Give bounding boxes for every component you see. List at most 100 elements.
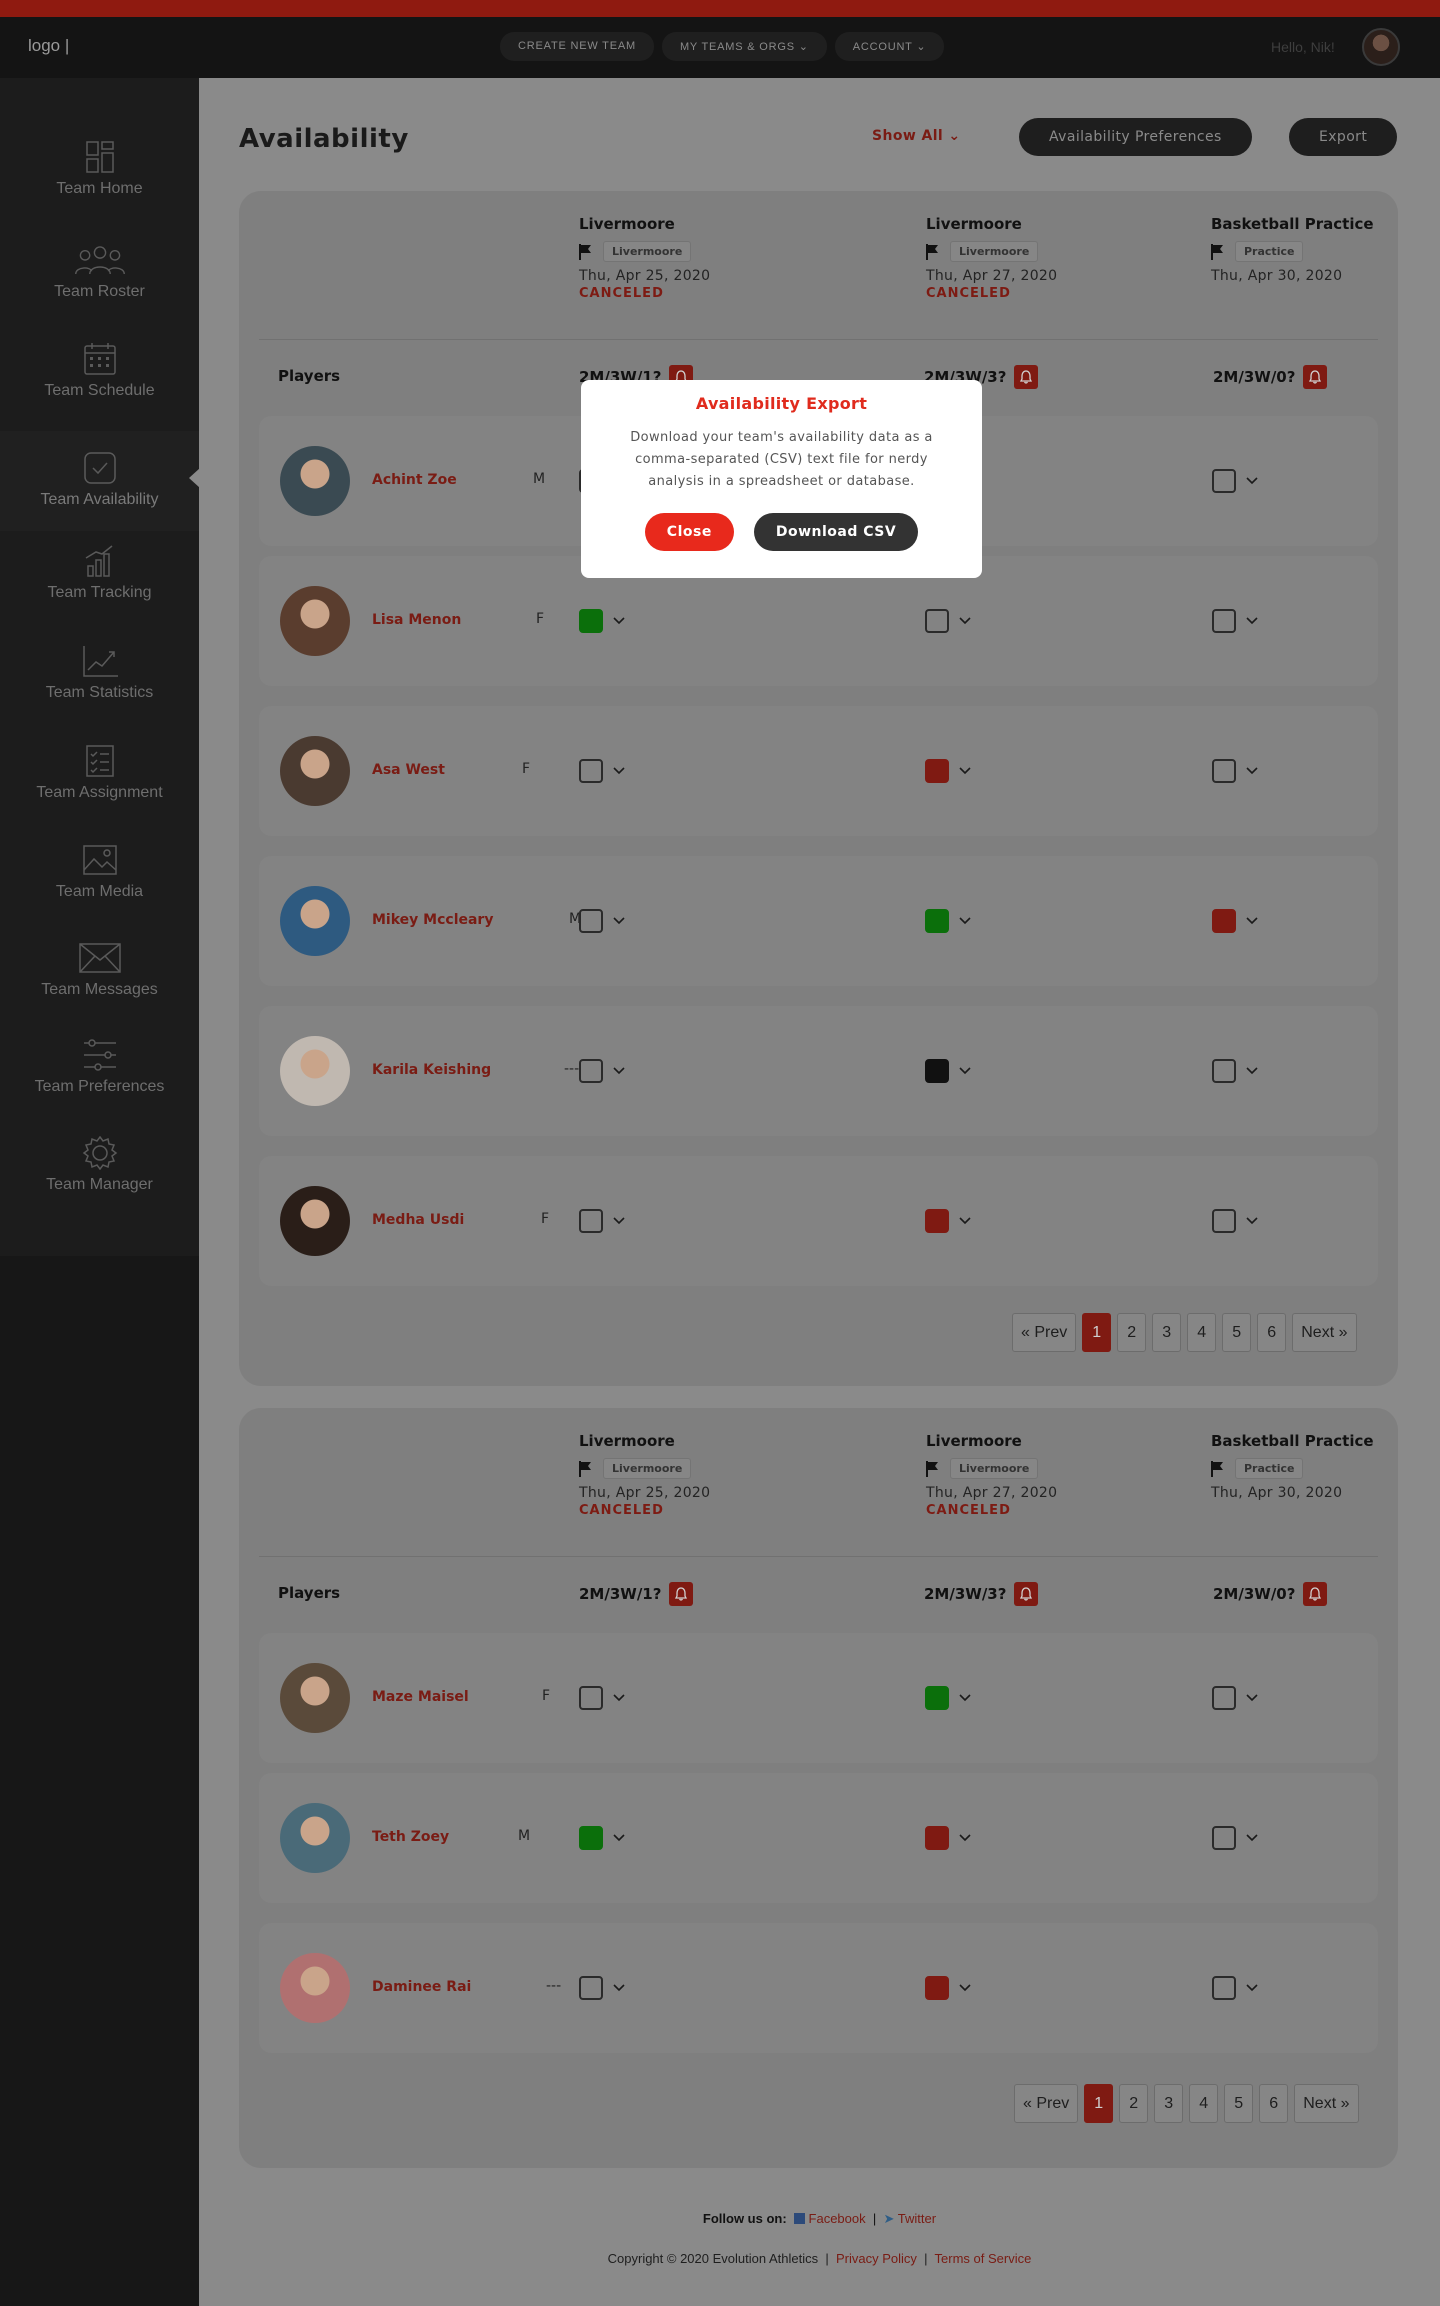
player-avatar[interactable]	[280, 586, 350, 656]
page-button[interactable]: 6	[1259, 2084, 1289, 2123]
chevron-down-icon[interactable]	[613, 1984, 625, 1992]
chevron-down-icon[interactable]	[1246, 617, 1258, 625]
player-avatar[interactable]	[280, 1186, 350, 1256]
logo[interactable]: logo |	[28, 36, 69, 56]
availability-checkbox[interactable]	[579, 1826, 603, 1850]
bell-icon[interactable]	[1014, 365, 1039, 389]
page-button[interactable]: 5	[1224, 2084, 1254, 2123]
page-button[interactable]: 2	[1119, 2084, 1149, 2123]
nav-create-team[interactable]: CREATE NEW TEAM	[500, 32, 654, 61]
player-name[interactable]: Daminee Rai	[372, 1979, 471, 1995]
availability-checkbox[interactable]	[1212, 1209, 1236, 1233]
page-button[interactable]: 4	[1187, 1313, 1217, 1352]
terms-link[interactable]: Terms of Service	[935, 2251, 1032, 2266]
availability-checkbox[interactable]	[925, 909, 949, 933]
sidebar-item-team-preferences[interactable]: Team Preferences	[0, 1038, 199, 1128]
chevron-down-icon[interactable]	[959, 917, 971, 925]
availability-checkbox[interactable]	[1212, 1686, 1236, 1710]
page-button[interactable]: 4	[1189, 2084, 1219, 2123]
sidebar-item-team-tracking[interactable]: Team Tracking	[0, 544, 199, 634]
player-avatar[interactable]	[280, 1803, 350, 1873]
chevron-down-icon[interactable]	[959, 1067, 971, 1075]
availability-checkbox[interactable]	[579, 1686, 603, 1710]
page-button[interactable]: 3	[1152, 1313, 1182, 1352]
chevron-down-icon[interactable]	[613, 617, 625, 625]
player-name[interactable]: Lisa Menon	[372, 612, 461, 628]
player-name[interactable]: Achint Zoe	[372, 472, 457, 488]
sidebar-item-team-availability[interactable]: Team Availability	[0, 431, 199, 531]
next-page-button[interactable]: Next »	[1294, 2084, 1359, 2123]
bell-icon[interactable]	[1303, 1582, 1328, 1606]
bell-icon[interactable]	[669, 1582, 694, 1606]
player-name[interactable]: Medha Usdi	[372, 1212, 464, 1228]
sidebar-item-team-home[interactable]: Team Home	[0, 140, 199, 230]
player-avatar[interactable]	[280, 446, 350, 516]
page-button[interactable]: 6	[1257, 1313, 1287, 1352]
availability-checkbox[interactable]	[579, 1059, 603, 1083]
chevron-down-icon[interactable]	[1246, 477, 1258, 485]
sidebar-item-team-schedule[interactable]: Team Schedule	[0, 342, 199, 432]
player-avatar[interactable]	[280, 736, 350, 806]
availability-checkbox[interactable]	[925, 1209, 949, 1233]
bell-icon[interactable]	[1303, 365, 1328, 389]
player-name[interactable]: Asa West	[372, 762, 445, 778]
availability-checkbox[interactable]	[1212, 909, 1236, 933]
privacy-policy-link[interactable]: Privacy Policy	[836, 2251, 917, 2266]
player-name[interactable]: Mikey Mccleary	[372, 912, 493, 928]
availability-checkbox[interactable]	[1212, 1059, 1236, 1083]
availability-checkbox[interactable]	[579, 609, 603, 633]
sidebar-item-team-statistics[interactable]: Team Statistics	[0, 644, 199, 734]
availability-checkbox[interactable]	[579, 1209, 603, 1233]
facebook-link[interactable]: Facebook	[809, 2211, 866, 2226]
chevron-down-icon[interactable]	[613, 1694, 625, 1702]
bell-icon[interactable]	[1014, 1582, 1039, 1606]
chevron-down-icon[interactable]	[959, 1984, 971, 1992]
availability-preferences-button[interactable]: Availability Preferences	[1019, 118, 1252, 156]
page-button[interactable]: 3	[1154, 2084, 1184, 2123]
player-avatar[interactable]	[280, 1953, 350, 2023]
twitter-link[interactable]: Twitter	[898, 2211, 936, 2226]
chevron-down-icon[interactable]	[1246, 767, 1258, 775]
export-button[interactable]: Export	[1289, 118, 1398, 156]
availability-checkbox[interactable]	[1212, 469, 1236, 493]
availability-checkbox[interactable]	[925, 1686, 949, 1710]
player-avatar[interactable]	[280, 1036, 350, 1106]
prev-page-button[interactable]: « Prev	[1012, 1313, 1077, 1352]
availability-checkbox[interactable]	[1212, 1826, 1236, 1850]
chevron-down-icon[interactable]	[959, 617, 971, 625]
sidebar-item-team-manager[interactable]: Team Manager	[0, 1136, 199, 1226]
chevron-down-icon[interactable]	[613, 1834, 625, 1842]
player-name[interactable]: Karila Keishing	[372, 1062, 491, 1078]
next-page-button[interactable]: Next »	[1292, 1313, 1357, 1352]
chevron-down-icon[interactable]	[959, 1217, 971, 1225]
sidebar-item-team-messages[interactable]: Team Messages	[0, 941, 199, 1031]
availability-checkbox[interactable]	[925, 759, 949, 783]
chevron-down-icon[interactable]	[613, 1067, 625, 1075]
availability-checkbox[interactable]	[1212, 759, 1236, 783]
player-name[interactable]: Teth Zoey	[372, 1829, 449, 1845]
nav-my-teams[interactable]: MY TEAMS & ORGS ⌄	[661, 32, 827, 61]
chevron-down-icon[interactable]	[1246, 917, 1258, 925]
player-avatar[interactable]	[280, 886, 350, 956]
user-avatar[interactable]	[1362, 28, 1400, 66]
availability-checkbox[interactable]	[925, 1826, 949, 1850]
chevron-down-icon[interactable]	[1246, 1984, 1258, 1992]
chevron-down-icon[interactable]	[613, 917, 625, 925]
availability-checkbox[interactable]	[925, 1059, 949, 1083]
chevron-down-icon[interactable]	[613, 767, 625, 775]
close-button[interactable]: Close	[644, 513, 734, 551]
player-name[interactable]: Maze Maisel	[372, 1689, 469, 1705]
show-all-dropdown[interactable]: Show All ⌄	[872, 128, 961, 144]
chevron-down-icon[interactable]	[959, 1694, 971, 1702]
page-button[interactable]: 5	[1222, 1313, 1252, 1352]
availability-checkbox[interactable]	[1212, 609, 1236, 633]
availability-checkbox[interactable]	[579, 909, 603, 933]
availability-checkbox[interactable]	[925, 609, 949, 633]
page-button[interactable]: 2	[1117, 1313, 1147, 1352]
nav-account[interactable]: ACCOUNT ⌄	[834, 32, 945, 61]
chevron-down-icon[interactable]	[1246, 1067, 1258, 1075]
availability-checkbox[interactable]	[579, 1976, 603, 2000]
page-button[interactable]: 1	[1082, 1313, 1112, 1352]
player-avatar[interactable]	[280, 1663, 350, 1733]
page-button[interactable]: 1	[1084, 2084, 1114, 2123]
